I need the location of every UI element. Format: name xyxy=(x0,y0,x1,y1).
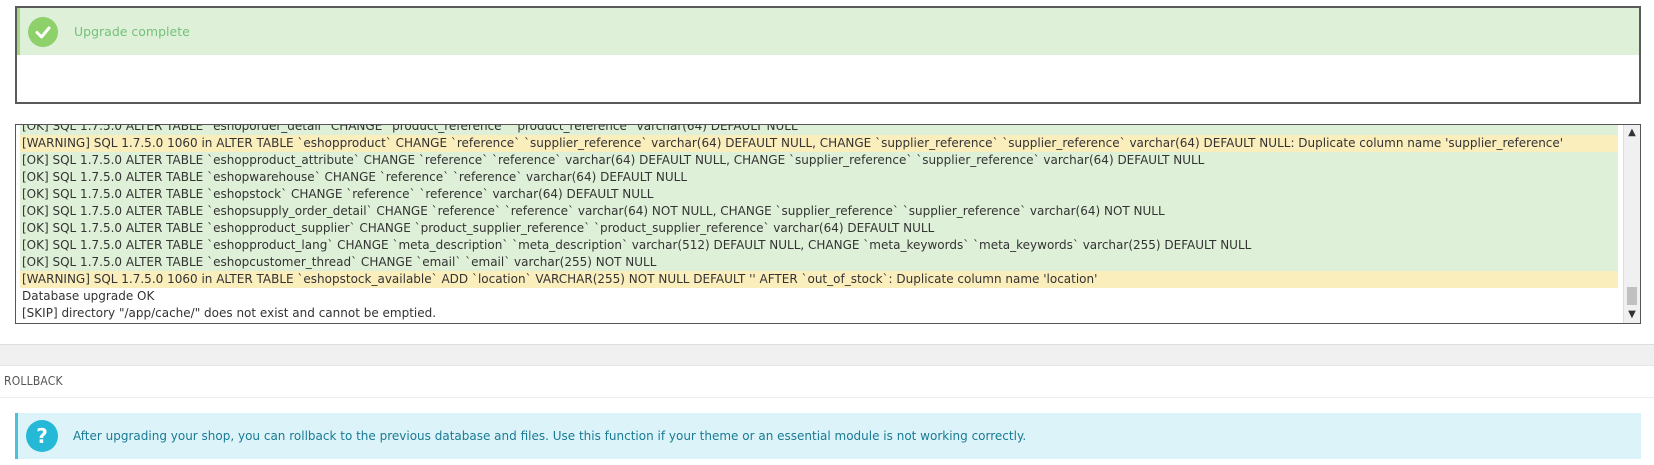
log-scrollbar[interactable]: ▲ ▼ xyxy=(1623,125,1640,323)
success-message: Upgrade complete xyxy=(74,24,190,39)
section-divider xyxy=(0,344,1654,366)
scroll-down-icon[interactable]: ▼ xyxy=(1624,307,1640,323)
scroll-thumb[interactable] xyxy=(1627,287,1637,305)
log-line-ok: [OK] SQL 1.7.5.0 ALTER TABLE `eshopprodu… xyxy=(20,220,1618,237)
log-line-warning: [WARNING] SQL 1.7.5.0 1060 in ALTER TABL… xyxy=(20,271,1618,288)
log-line-ok: [OK] SQL 1.7.5.0 ALTER TABLE `eshopwareh… xyxy=(20,169,1618,186)
upgrade-status-panel: Upgrade complete xyxy=(15,6,1641,104)
scroll-up-icon[interactable]: ▲ xyxy=(1624,125,1640,141)
rollback-title: ROLLBACK xyxy=(4,374,63,388)
log-line-plain: Database upgrade OK xyxy=(20,288,1618,305)
success-alert: Upgrade complete xyxy=(17,8,1639,55)
rollback-info-alert: ? After upgrading your shop, you can rol… xyxy=(15,413,1641,459)
log-line-ok: [OK] SQL 1.7.5.0 ALTER TABLE `eshopstock… xyxy=(20,186,1618,203)
log-line-ok: [OK] SQL 1.7.5.0 ALTER TABLE `eshopcusto… xyxy=(20,254,1618,271)
rollback-info-text: After upgrading your shop, you can rollb… xyxy=(73,429,1027,443)
log-lines: [OK] SQL 1.7.5.0 ALTER TABLE `eshoporder… xyxy=(20,125,1618,322)
question-circle-icon: ? xyxy=(26,420,58,452)
log-line-warning: [WARNING] SQL 1.7.5.0 1060 in ALTER TABL… xyxy=(20,135,1618,152)
log-line-ok: [OK] SQL 1.7.5.0 ALTER TABLE `eshoporder… xyxy=(20,125,1618,135)
upgrade-log[interactable]: [OK] SQL 1.7.5.0 ALTER TABLE `eshoporder… xyxy=(15,124,1641,324)
log-line-ok: [OK] SQL 1.7.5.0 ALTER TABLE `eshopprodu… xyxy=(20,152,1618,169)
log-line-plain: [SKIP] directory "/app/cache/" does not … xyxy=(20,305,1618,322)
log-line-ok: [OK] SQL 1.7.5.0 ALTER TABLE `eshopsuppl… xyxy=(20,203,1618,220)
rollback-section-header: ROLLBACK xyxy=(0,366,1654,398)
check-circle-icon xyxy=(28,16,58,47)
log-line-ok: [OK] SQL 1.7.5.0 ALTER TABLE `eshopprodu… xyxy=(20,237,1618,254)
